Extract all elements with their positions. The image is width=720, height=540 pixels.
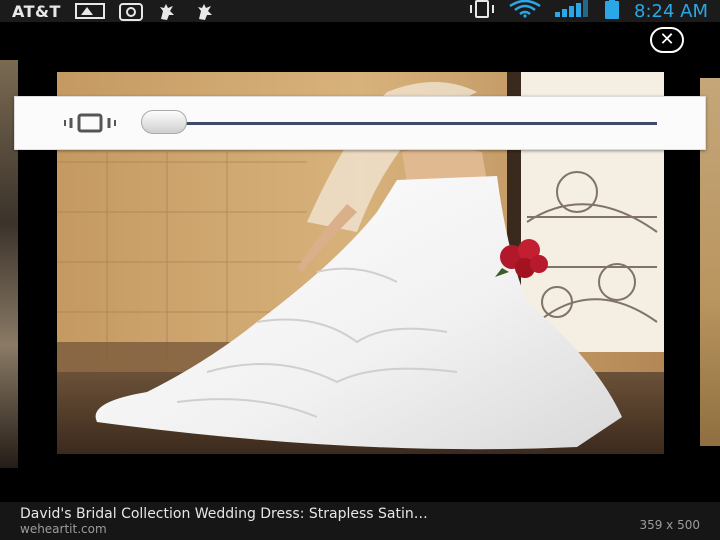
signal-icon <box>554 0 590 22</box>
close-icon: ✕ <box>659 29 675 50</box>
close-button[interactable]: ✕ <box>650 27 684 53</box>
image-dimensions: 359 x 500 <box>639 518 700 532</box>
carrier-label: AT&T <box>12 1 61 21</box>
battery-icon <box>602 0 622 23</box>
volume-slider-track[interactable] <box>165 122 657 125</box>
volume-panel <box>14 96 706 150</box>
caption-bar[interactable]: David's Bridal Collection Wedding Dress:… <box>0 502 720 540</box>
vibrate-icon[interactable] <box>63 113 117 133</box>
wifi-icon <box>508 0 542 22</box>
gallery-icon <box>74 3 105 19</box>
clock: 8:24 AM <box>634 0 708 22</box>
image-title[interactable]: David's Bridal Collection Wedding Dress:… <box>20 506 600 522</box>
volume-slider-thumb[interactable] <box>141 110 187 134</box>
hand-icon <box>157 3 181 20</box>
status-bar: AT&T 8:24 AM <box>0 0 720 22</box>
image-source[interactable]: weheartit.com <box>20 522 107 536</box>
vibrate-icon <box>468 0 496 22</box>
at-icon <box>118 3 143 21</box>
hand-icon <box>195 3 219 20</box>
